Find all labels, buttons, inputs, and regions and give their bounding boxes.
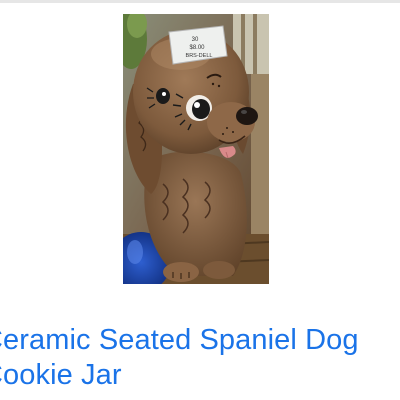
svg-text:$8.00: $8.00: [189, 45, 205, 51]
svg-text:BRS-DELL: BRS-DELL: [186, 53, 213, 59]
svg-text:30: 30: [192, 37, 199, 43]
product-title-link[interactable]: Ceramic Seated Spaniel Dog Cookie Jar: [0, 323, 400, 393]
top-divider: [0, 0, 400, 3]
product-image[interactable]: 30 $8.00 BRS-DELL: [123, 14, 269, 284]
product-title-line-2: Cookie Jar: [0, 359, 122, 391]
dog-photo: 30 $8.00 BRS-DELL: [123, 14, 269, 284]
product-card: 30 $8.00 BRS-DELL Ceramic Seated Spaniel…: [0, 0, 400, 400]
product-title-line-1: Ceramic Seated Spaniel Dog: [0, 324, 359, 356]
